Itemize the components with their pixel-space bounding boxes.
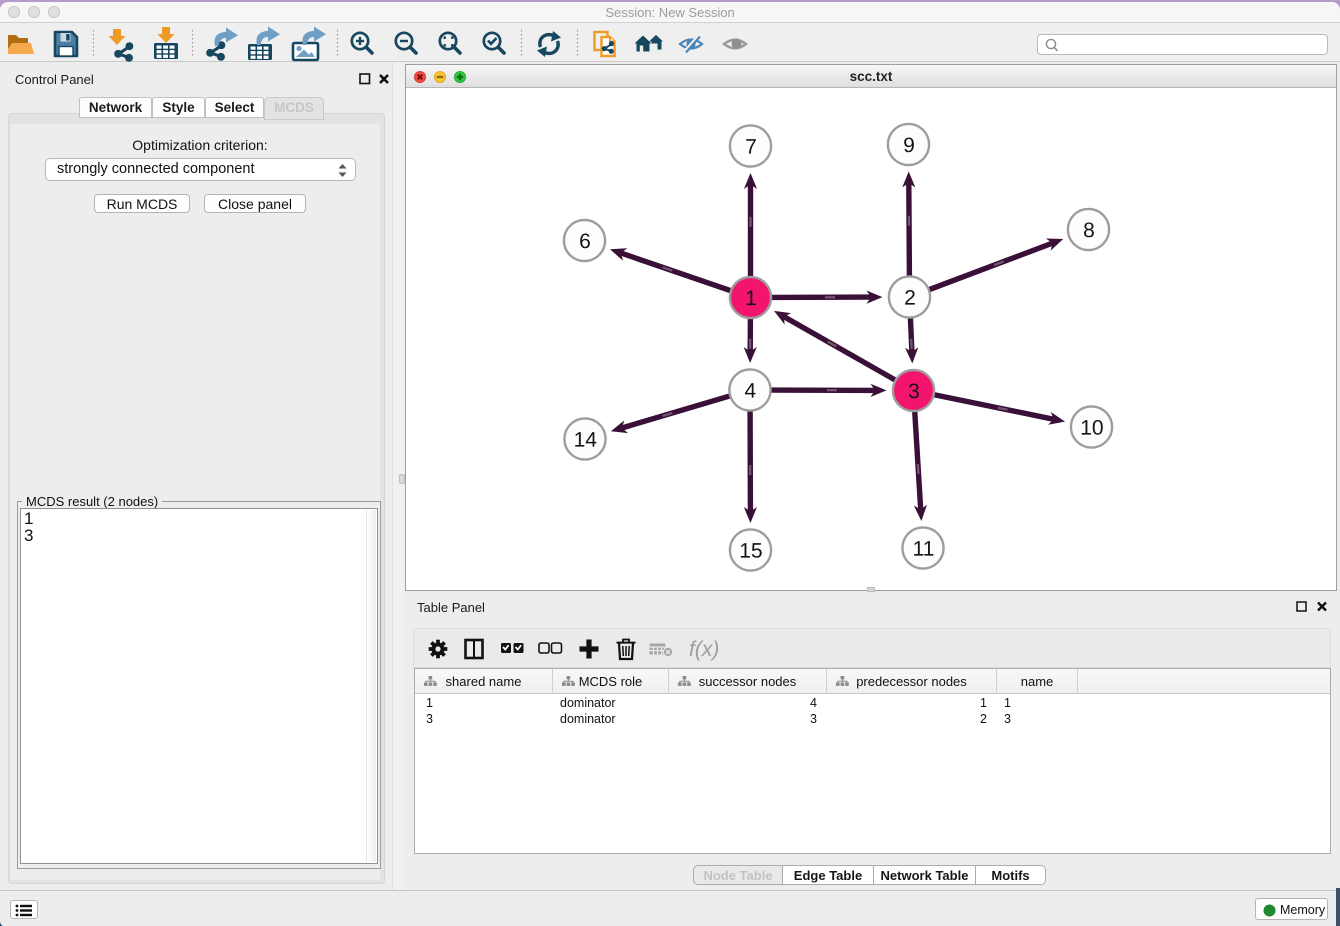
svg-text:f(x): f(x) xyxy=(689,638,719,661)
